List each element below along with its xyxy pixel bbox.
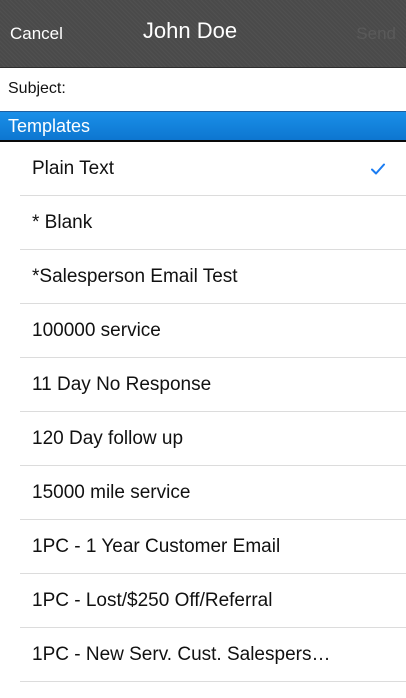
template-item[interactable]: * Blank: [0, 196, 406, 250]
template-item-label: 1PC - 1 Year Customer Email: [32, 536, 281, 557]
checkmark-icon: [371, 163, 385, 175]
send-button[interactable]: Send: [356, 24, 396, 44]
navigation-bar: Cancel John Doe Send: [0, 0, 406, 68]
template-item-label: 11 Day No Response: [32, 374, 212, 395]
template-item-label: 15000 mile service: [32, 482, 191, 503]
template-list[interactable]: Plain Text * Blank *Salesperson Email Test…: [0, 142, 406, 698]
subject-row: Subject:: [0, 69, 406, 109]
template-item[interactable]: 1PC - Lost/$250 Off/Referral: [0, 574, 406, 628]
subject-input[interactable]: [71, 69, 406, 109]
template-item[interactable]: 1PC - New Serv. Cust. Salespers…: [0, 628, 406, 682]
template-item[interactable]: 15000 mile service: [0, 466, 406, 520]
template-item-label: 100000 service: [32, 320, 161, 341]
templates-section-header: Templates: [0, 111, 406, 142]
template-item-label: Plain Text: [32, 158, 115, 179]
template-item-label: * Blank: [32, 212, 93, 233]
template-item[interactable]: Plain Text: [0, 142, 406, 196]
template-item-label: 120 Day follow up: [32, 428, 184, 449]
template-item[interactable]: 11 Day No Response: [0, 358, 406, 412]
template-item[interactable]: 1PC - 1 Year Customer Email: [0, 520, 406, 574]
template-item-label: 1PC - Lost/$250 Off/Referral: [32, 590, 273, 611]
template-item-label: 1PC - New Serv. Cust. Salespers…: [32, 644, 331, 665]
subject-label: Subject:: [8, 80, 66, 97]
cancel-button[interactable]: Cancel: [10, 24, 63, 44]
template-item[interactable]: 100000 service: [0, 304, 406, 358]
template-item[interactable]: 120 Day follow up: [0, 412, 406, 466]
template-item[interactable]: *Salesperson Email Test: [0, 250, 406, 304]
template-item-label: *Salesperson Email Test: [32, 266, 238, 287]
